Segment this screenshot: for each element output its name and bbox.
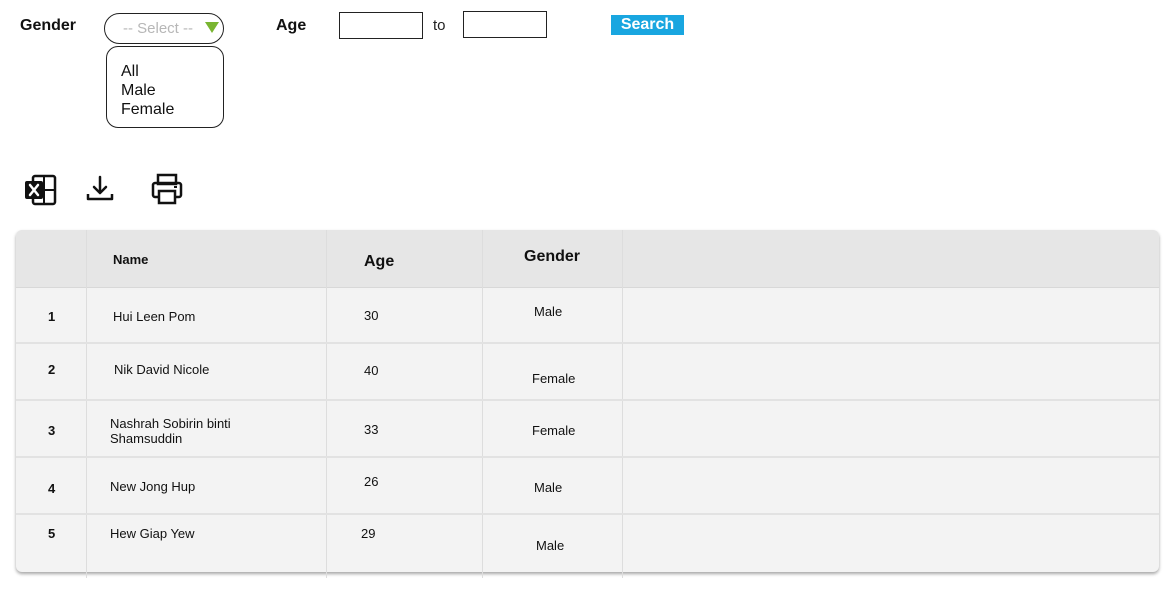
row-age: 26 xyxy=(364,474,379,489)
search-button[interactable]: Search xyxy=(611,15,684,35)
gender-dropdown-menu: All Male Female xyxy=(106,46,224,128)
print-icon[interactable] xyxy=(150,172,184,206)
row-gender: Male xyxy=(536,538,565,553)
age-to-input[interactable] xyxy=(463,11,547,38)
gender-option-female[interactable]: Female xyxy=(121,100,174,119)
row-name: New Jong Hup xyxy=(110,479,196,494)
row-name: Nik David Nicole xyxy=(114,362,210,377)
results-table: Name Age Gender 1 Hui Leen Pom 30 Male 2… xyxy=(16,230,1159,578)
row-gender: Female xyxy=(532,423,576,438)
row-gender: Female xyxy=(532,371,576,386)
row-name: Nashrah Sobirin binti Shamsuddin xyxy=(110,416,231,446)
gender-label: Gender xyxy=(20,17,77,34)
row-age: 33 xyxy=(364,422,379,437)
row-gender: Male xyxy=(534,304,563,319)
column-header-gender[interactable]: Gender xyxy=(524,248,580,266)
row-number: 3 xyxy=(48,423,56,438)
column-header-age[interactable]: Age xyxy=(364,253,394,271)
age-to-label: to xyxy=(433,17,446,34)
row-number: 5 xyxy=(48,526,56,541)
row-gender: Male xyxy=(534,480,563,495)
row-number: 1 xyxy=(48,309,56,324)
row-name: Hew Giap Yew xyxy=(110,526,195,541)
row-number: 4 xyxy=(48,481,56,496)
chevron-down-icon xyxy=(205,22,219,33)
row-age: 29 xyxy=(361,526,376,541)
download-icon[interactable] xyxy=(83,172,117,206)
row-name: Hui Leen Pom xyxy=(113,309,196,324)
age-label: Age xyxy=(276,17,307,34)
gender-option-male[interactable]: Male xyxy=(121,81,156,100)
age-from-input[interactable] xyxy=(339,12,423,39)
row-number: 2 xyxy=(48,362,56,377)
excel-export-icon[interactable] xyxy=(23,173,57,207)
gender-option-all[interactable]: All xyxy=(121,62,139,81)
row-age: 40 xyxy=(364,363,379,378)
gender-select-value: -- Select -- xyxy=(123,20,194,37)
table-header xyxy=(16,230,1159,288)
row-age: 30 xyxy=(364,308,379,323)
column-header-name[interactable]: Name xyxy=(113,252,148,267)
gender-select[interactable]: -- Select -- xyxy=(104,13,224,44)
